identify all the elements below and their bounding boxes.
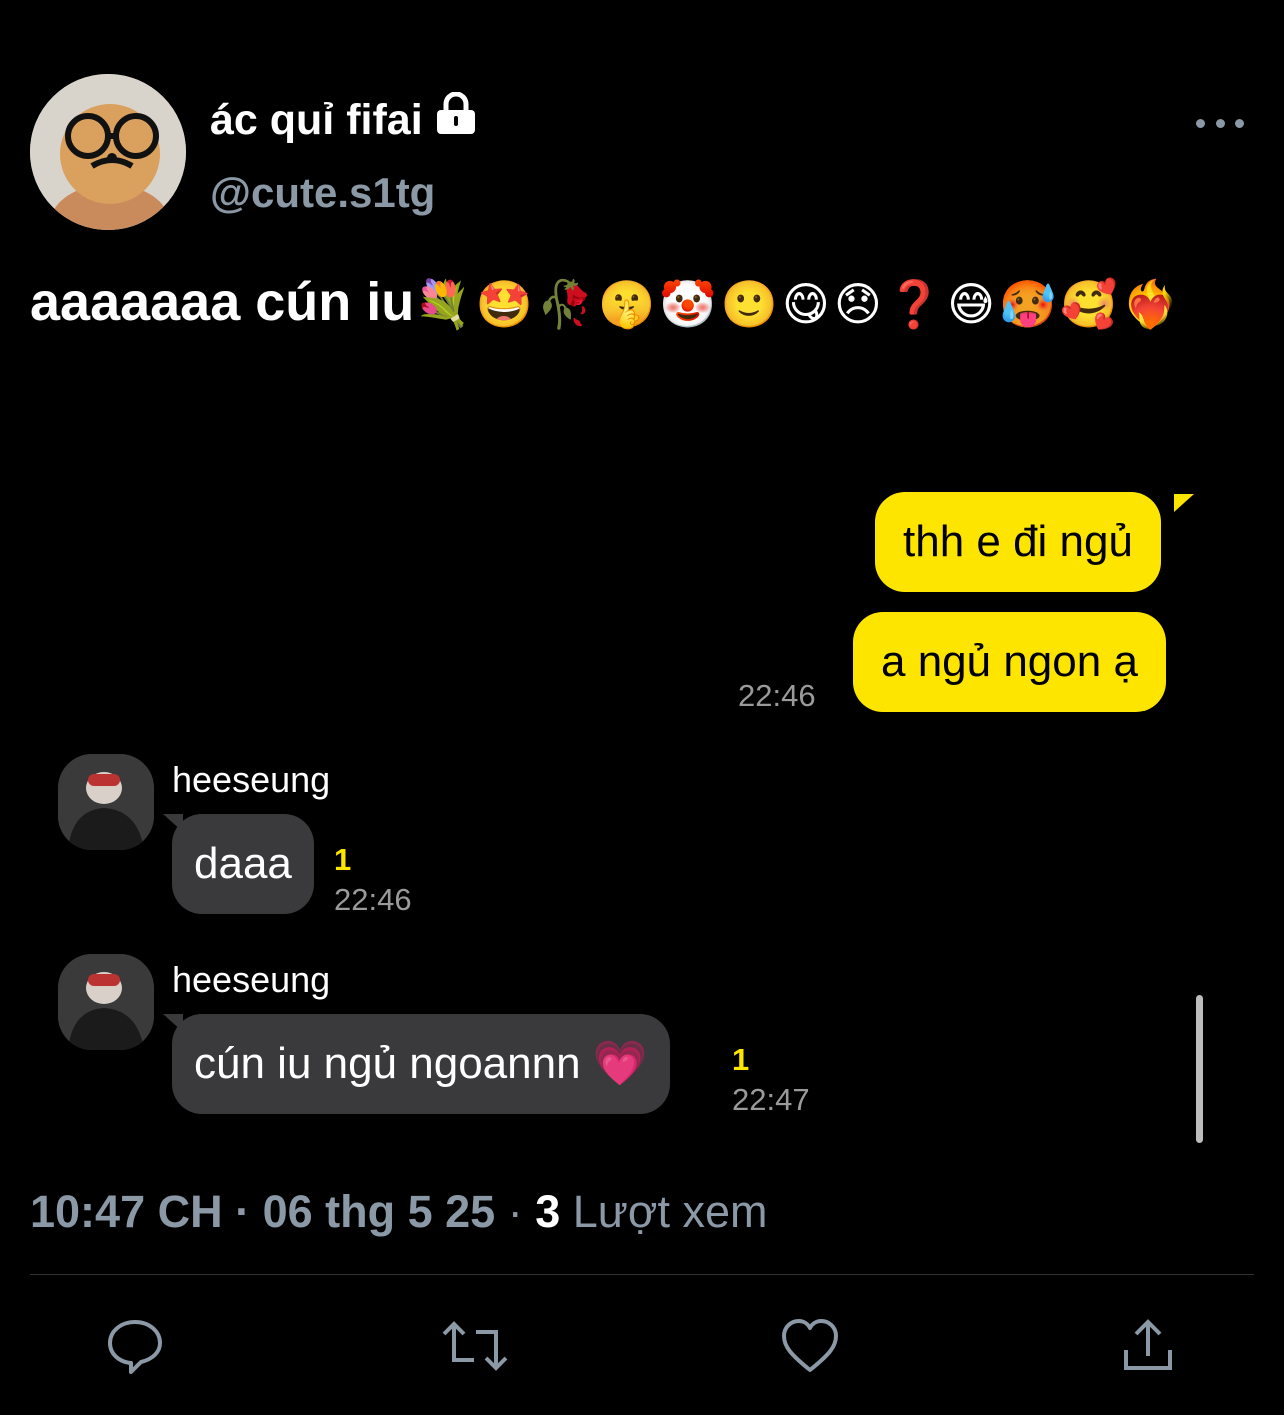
views-count: 3 [535,1186,561,1237]
tweet-date[interactable]: 06 thg 5 25 [263,1186,496,1237]
unread-count: 1 [732,1042,750,1077]
message-time: 22:46 [738,678,816,713]
tweet-text-body: aaaaaaa cún iu [30,272,415,332]
sender-name: heeseung [172,959,331,1000]
unread-count: 1 [334,842,352,877]
sent-message-bubble: a ngủ ngon ạ [853,612,1166,712]
display-name[interactable]: ác quỉ fifai [210,91,479,148]
divider [30,1274,1254,1275]
bubble-tail [1174,494,1194,512]
display-name-text: ác quỉ fifai [210,96,423,144]
tweet-time[interactable]: 10:47 CH [30,1186,223,1237]
tweet-meta: 10:47 CH · 06 thg 5 25 · 3 Lượt xem [30,1184,767,1240]
received-message-bubble: cún iu ngủ ngoannn 💗 [172,1014,670,1114]
chat-scrollbar[interactable] [1196,995,1203,1143]
like-icon[interactable] [780,1316,840,1376]
views-label: Lượt xem [572,1186,768,1237]
share-icon[interactable] [1118,1316,1178,1376]
meta-separator: · [507,1186,536,1237]
message-time: 22:46 [334,882,412,917]
profile-avatar[interactable] [30,74,186,230]
received-message-bubble: daaa [172,814,314,914]
message-time: 22:47 [732,1082,810,1117]
tweet-emojis: 💐🤩🥀🤫🤡🙂😋😞❓😅🥵🥰❤️‍🔥 [414,277,1183,331]
sender-name: heeseung [172,759,331,800]
lock-icon [433,91,479,148]
reply-icon[interactable] [105,1316,165,1376]
meta-separator: · [235,1186,263,1237]
tweet-text: aaaaaaa cún iu💐🤩🥀🤫🤡🙂😋😞❓😅🥵🥰❤️‍🔥 [30,268,1250,338]
tweet-media-chat-screenshot[interactable]: thh e đi ngủ a ngủ ngon ạ 22:46 heeseung… [30,470,1250,1160]
more-horizontal-icon[interactable] [1196,108,1244,138]
contact-avatar [58,954,154,1050]
contact-avatar [58,754,154,850]
retweet-icon[interactable] [440,1316,510,1376]
sent-message-bubble: thh e đi ngủ [875,492,1161,592]
user-handle[interactable]: @cute.s1tg [210,168,435,218]
